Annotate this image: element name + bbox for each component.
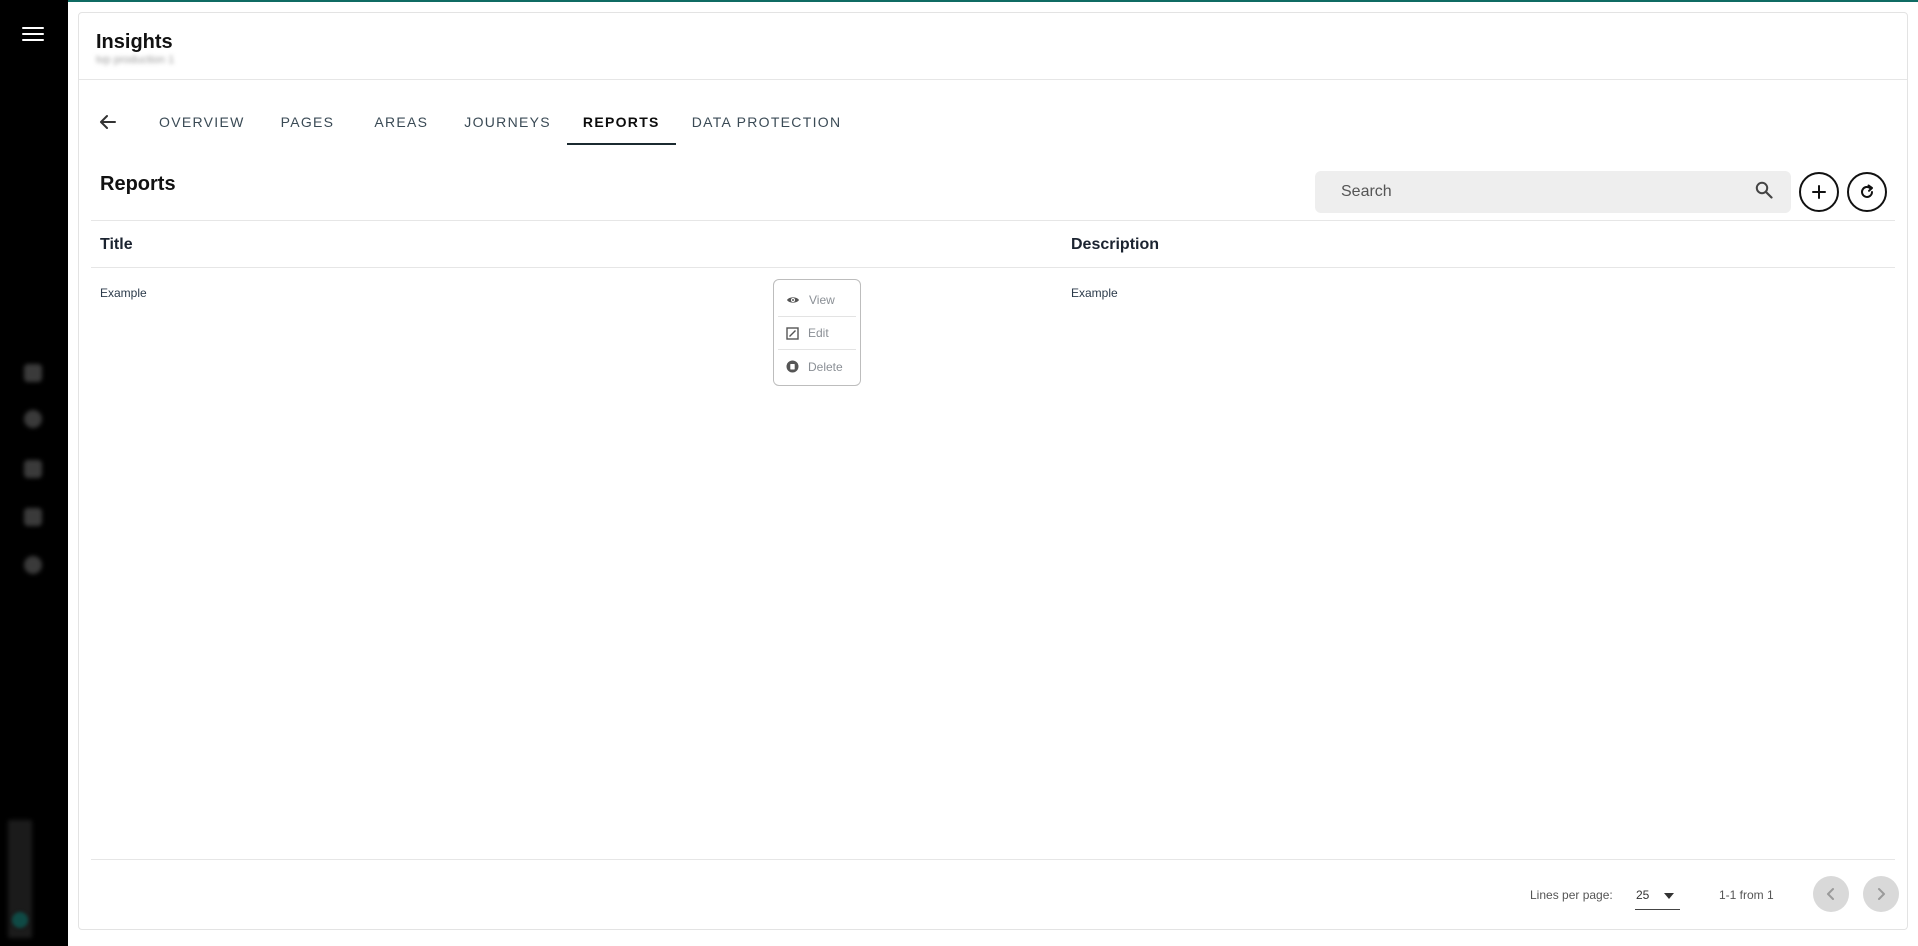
menu-item-edit[interactable]: Edit [778, 317, 856, 350]
refresh-button[interactable] [1847, 172, 1887, 212]
page-subtitle: tvp production 1 [96, 54, 175, 66]
tab-label: PAGES [280, 114, 335, 130]
menu-item-view[interactable]: View [778, 284, 856, 317]
eye-icon [787, 297, 799, 303]
table-row[interactable]: Example Example [91, 268, 1895, 310]
row-context-menu: View Edit Delete [773, 279, 861, 386]
delete-icon [786, 360, 799, 373]
chevron-left-icon [1827, 888, 1834, 900]
edit-icon [786, 326, 799, 340]
table-header: Title Description [91, 220, 1895, 268]
top-accent-line [0, 0, 1918, 2]
rail-nav-icon-5[interactable] [24, 556, 42, 574]
rail-nav-icon-4[interactable] [24, 508, 42, 526]
rail-nav-icon-1[interactable] [24, 364, 42, 382]
add-report-button[interactable] [1799, 172, 1839, 212]
pagination-bar: Lines per page: 25 1-1 from 1 [91, 859, 1899, 925]
main-card: Insights tvp production 1 OVERVIEW PAGES… [78, 12, 1908, 930]
rail-status-dot [12, 912, 28, 928]
rail-nav-icon-3[interactable] [24, 460, 42, 478]
tab-bar: OVERVIEW PAGES AREAS JOURNEYS REPORTS DA… [95, 99, 857, 145]
menu-item-delete[interactable]: Delete [778, 350, 856, 383]
tab-data-protection[interactable]: DATA PROTECTION [676, 99, 858, 145]
lines-per-page-value: 25 [1636, 888, 1650, 902]
reports-table: Title Description Example Example [91, 220, 1895, 310]
tab-journeys[interactable]: JOURNEYS [448, 99, 567, 145]
tab-areas[interactable]: AREAS [354, 99, 448, 145]
search-box[interactable] [1315, 171, 1791, 213]
section-title: Reports [100, 173, 176, 195]
tab-label: JOURNEYS [464, 114, 551, 130]
chevron-down-icon [1664, 893, 1674, 899]
left-rail [0, 0, 68, 946]
search-input[interactable] [1339, 182, 1755, 202]
menu-item-label: View [809, 293, 835, 307]
menu-item-label: Delete [808, 359, 843, 374]
tab-label: DATA PROTECTION [691, 114, 842, 130]
search-icon[interactable] [1755, 181, 1773, 204]
tab-label: REPORTS [582, 114, 660, 130]
plus-icon [1812, 185, 1826, 199]
next-page-button[interactable] [1863, 876, 1899, 912]
page-header: Insights tvp production 1 [79, 13, 1907, 80]
column-header-description[interactable]: Description [1071, 236, 1159, 254]
rail-nav-icon-2[interactable] [24, 410, 42, 428]
hamburger-menu-icon[interactable] [18, 22, 48, 46]
refresh-icon [1861, 184, 1873, 198]
lines-per-page-label: Lines per page: [1530, 888, 1613, 902]
row-title-cell: Example [100, 286, 147, 300]
menu-item-label: Edit [808, 326, 829, 340]
tab-pages[interactable]: PAGES [261, 99, 355, 145]
tab-overview[interactable]: OVERVIEW [143, 99, 261, 145]
column-header-title[interactable]: Title [100, 236, 133, 254]
chevron-right-icon [1878, 888, 1885, 900]
lines-per-page-select[interactable]: 25 [1635, 880, 1680, 910]
tab-label: AREAS [374, 114, 429, 130]
page-title: Insights [96, 31, 173, 53]
tab-reports[interactable]: REPORTS [566, 99, 676, 145]
row-description-cell: Example [1071, 286, 1118, 300]
tab-label: OVERVIEW [159, 114, 245, 130]
previous-page-button[interactable] [1813, 876, 1849, 912]
back-arrow-icon[interactable] [95, 99, 121, 145]
page-range-text: 1-1 from 1 [1719, 888, 1774, 902]
